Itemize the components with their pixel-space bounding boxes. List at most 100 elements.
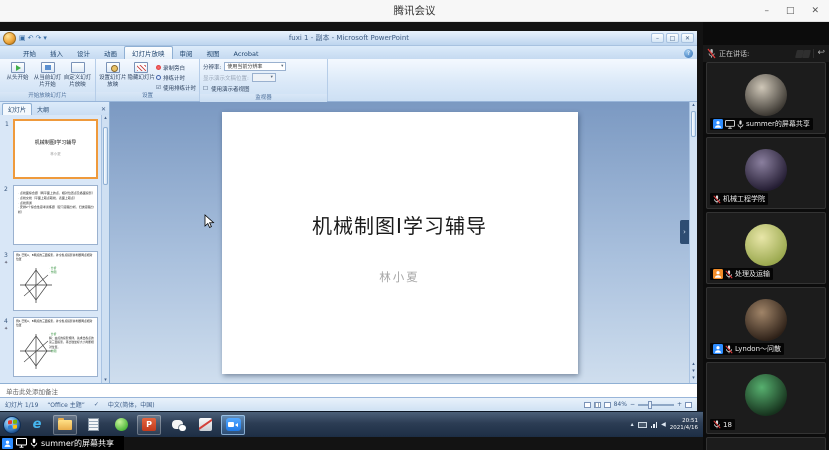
remote-desktop: ▣ ↶ ↷ ▾ fuxi 1 - 副本 - Microsoft PowerPoi… — [0, 31, 703, 437]
panel-scroll-thumb[interactable] — [103, 127, 108, 185]
ppt-minimize-icon[interactable]: – — [651, 33, 664, 43]
mic-muted-icon — [713, 195, 721, 204]
start-button[interactable] — [3, 416, 21, 434]
office-button[interactable] — [3, 32, 16, 45]
slide-title[interactable]: 机械制图I学习辅导 — [222, 210, 578, 239]
resolution-select[interactable]: 使用当前分辨率 ▾ — [224, 62, 286, 71]
taskbar-item-powerpoint[interactable]: P — [137, 415, 161, 435]
collapse-panel-icon[interactable]: ↩ — [817, 49, 825, 58]
normal-view-icon[interactable] — [584, 402, 591, 408]
slide-thumbnail-2[interactable]: 2 · 点线面综合题（两平面上的点、相对位置点及各面投影） · 点线交线（平面上… — [13, 185, 98, 245]
current-slide[interactable]: 机械制图I学习辅导 林小夏 — [222, 112, 578, 374]
previous-slide-icon[interactable]: ▴ — [690, 361, 697, 368]
browser-360-icon — [115, 418, 128, 431]
slides-panel: 幻灯片 大纲 ✕ 1 机械制图I学习辅导 林小夏 — [0, 102, 110, 383]
taskbar-item-snip[interactable] — [193, 415, 217, 435]
notes-area[interactable]: 单击此处添加备注 — [0, 383, 697, 397]
participant-tile[interactable]: 18 — [706, 362, 826, 434]
tab-animations[interactable]: 动画 — [97, 47, 124, 59]
tab-slideshow[interactable]: 幻灯片放映 — [124, 46, 173, 59]
zoom-in-icon[interactable]: + — [677, 401, 682, 408]
from-beginning-button[interactable]: 从头开始 — [3, 61, 32, 92]
layout-toggle-icon[interactable] — [802, 50, 811, 58]
clock[interactable]: 20:51 2021/4/16 — [670, 418, 698, 432]
record-narration-button[interactable]: 录制旁白 — [156, 63, 196, 72]
participant-tile[interactable]: Lyndon～问散 — [706, 287, 826, 359]
hide-slide-icon — [134, 62, 148, 73]
maximize-icon[interactable]: □ — [786, 6, 795, 16]
ppt-titlebar: ▣ ↶ ↷ ▾ fuxi 1 - 副本 - Microsoft PowerPoi… — [0, 31, 697, 46]
participant-tile[interactable]: 机械工程学院 — [706, 137, 826, 209]
vertical-scrollbar[interactable]: ▴ ▴ ▾ ▾ — [689, 102, 697, 383]
divider — [813, 49, 814, 58]
tab-review[interactable]: 审阅 — [173, 47, 200, 59]
hide-slide-button[interactable]: 隐藏幻灯片 — [128, 61, 156, 92]
taskbar-item-browser[interactable] — [109, 415, 133, 435]
zoom-out-icon[interactable]: − — [630, 401, 635, 408]
participant-tile[interactable]: 处理及运输 — [706, 212, 826, 284]
from-current-slide-button[interactable]: 从当前幻灯片开始 — [33, 61, 62, 92]
undo-icon[interactable]: ↶ — [28, 34, 34, 42]
ppt-status-bar: 幻灯片 1/19 “Office 主题” ✓ 中文(简体，中国) 84% − + — [0, 397, 697, 411]
tray-expand-icon[interactable]: ▴ — [631, 421, 634, 428]
ribbon: 从头开始 从当前幻灯片开始 自定义幻灯片放映 开始放映幻灯片 — [0, 59, 697, 102]
next-slide-icon[interactable]: ▾ — [690, 368, 697, 375]
avatar — [745, 299, 787, 341]
setup-slideshow-button[interactable]: 设置幻灯片放映 — [99, 61, 127, 92]
save-icon[interactable]: ▣ — [19, 34, 26, 42]
zoom-slider[interactable] — [638, 404, 674, 406]
show-on-label: 显示演示文稿位置: — [203, 74, 249, 82]
panel-scrollbar[interactable]: ▴ ▾ — [101, 115, 109, 383]
presenter-view-checkbox[interactable]: ☐ 使用演示者视图 — [203, 83, 324, 94]
custom-slideshow-button[interactable]: 自定义幻灯片放映 — [63, 61, 92, 92]
taskbar-item-wechat[interactable] — [165, 415, 189, 435]
ppt-maximize-icon[interactable]: □ — [666, 33, 679, 43]
panel-tab-outline[interactable]: 大纲 — [32, 104, 54, 115]
scroll-down-icon[interactable]: ▾ — [690, 375, 697, 382]
tab-home[interactable]: 开始 — [16, 47, 43, 59]
slide-thumbnail-1[interactable]: 1 机械制图I学习辅导 林小夏 — [13, 119, 98, 179]
participant-name: 机械工程学院 — [723, 194, 765, 204]
participant-tile[interactable]: summer的屏幕共享 — [706, 62, 826, 134]
volume-icon[interactable]: ◀ — [661, 421, 666, 428]
slide-editing-area[interactable]: 机械制图I学习辅导 林小夏 — [110, 102, 689, 383]
scroll-thumb[interactable] — [691, 111, 696, 137]
taskbar-item-ie[interactable]: e — [25, 415, 49, 435]
tab-view[interactable]: 视图 — [200, 47, 227, 59]
participant-tile[interactable] — [706, 437, 826, 450]
taskbar-item-notepad[interactable] — [81, 415, 105, 435]
rehearse-timings-button[interactable]: 排练计时 — [156, 73, 196, 82]
close-icon[interactable]: ✕ — [811, 6, 819, 16]
zoom-slider-thumb[interactable] — [648, 401, 652, 409]
participant-name: 18 — [723, 421, 732, 429]
tencent-meeting-icon — [226, 418, 241, 431]
ppt-close-icon[interactable]: ✕ — [681, 33, 694, 43]
slide-thumbnail-4[interactable]: 4 ✦ 例1 已知A、B两点的三面投影，补全各点投影并判断两点相对位置 — [13, 317, 98, 377]
tab-acrobat[interactable]: Acrobat — [227, 49, 266, 59]
panel-close-icon[interactable]: ✕ — [101, 106, 106, 113]
input-method-icon[interactable] — [638, 422, 647, 428]
taskbar-item-explorer[interactable] — [53, 415, 77, 435]
slideshow-view-icon[interactable] — [604, 402, 611, 408]
slide-subtitle[interactable]: 林小夏 — [222, 269, 578, 285]
language-indicator[interactable]: 中文(简体，中国) — [108, 400, 155, 409]
spellcheck-icon: ✓ — [94, 401, 99, 408]
system-tray: ▴ ◀ 20:51 2021/4/16 — [631, 418, 703, 432]
help-icon[interactable]: ? — [684, 49, 693, 58]
tab-insert[interactable]: 插入 — [43, 47, 70, 59]
panel-tab-slides[interactable]: 幻灯片 — [2, 103, 32, 115]
redo-icon[interactable]: ↷ — [36, 34, 42, 42]
minimize-icon[interactable]: – — [764, 6, 769, 16]
network-icon[interactable] — [651, 422, 658, 428]
next-slide-flag[interactable]: › — [680, 220, 689, 244]
app-window: 腾讯会议 – □ ✕ ▣ ↶ ↷ ▾ fuxi 1 - 副本 - Microso… — [0, 0, 829, 450]
tab-design[interactable]: 设计 — [70, 47, 97, 59]
use-timings-checkbox[interactable]: ☑ 使用排练计时 — [156, 83, 196, 92]
mouse-cursor — [204, 214, 215, 229]
fit-to-window-icon[interactable] — [685, 402, 692, 408]
slide-thumbnail-3[interactable]: 3 ✦ 例1 已知A、B两点的三面投影，补全各点投影并判断两点相对位置 — [13, 251, 98, 311]
checkbox-checked-icon: ☑ — [156, 85, 161, 91]
taskbar-item-meeting[interactable] — [221, 415, 245, 435]
slide-sorter-view-icon[interactable] — [594, 402, 601, 408]
shared-screen-region: ▣ ↶ ↷ ▾ fuxi 1 - 副本 - Microsoft PowerPoi… — [0, 22, 703, 450]
